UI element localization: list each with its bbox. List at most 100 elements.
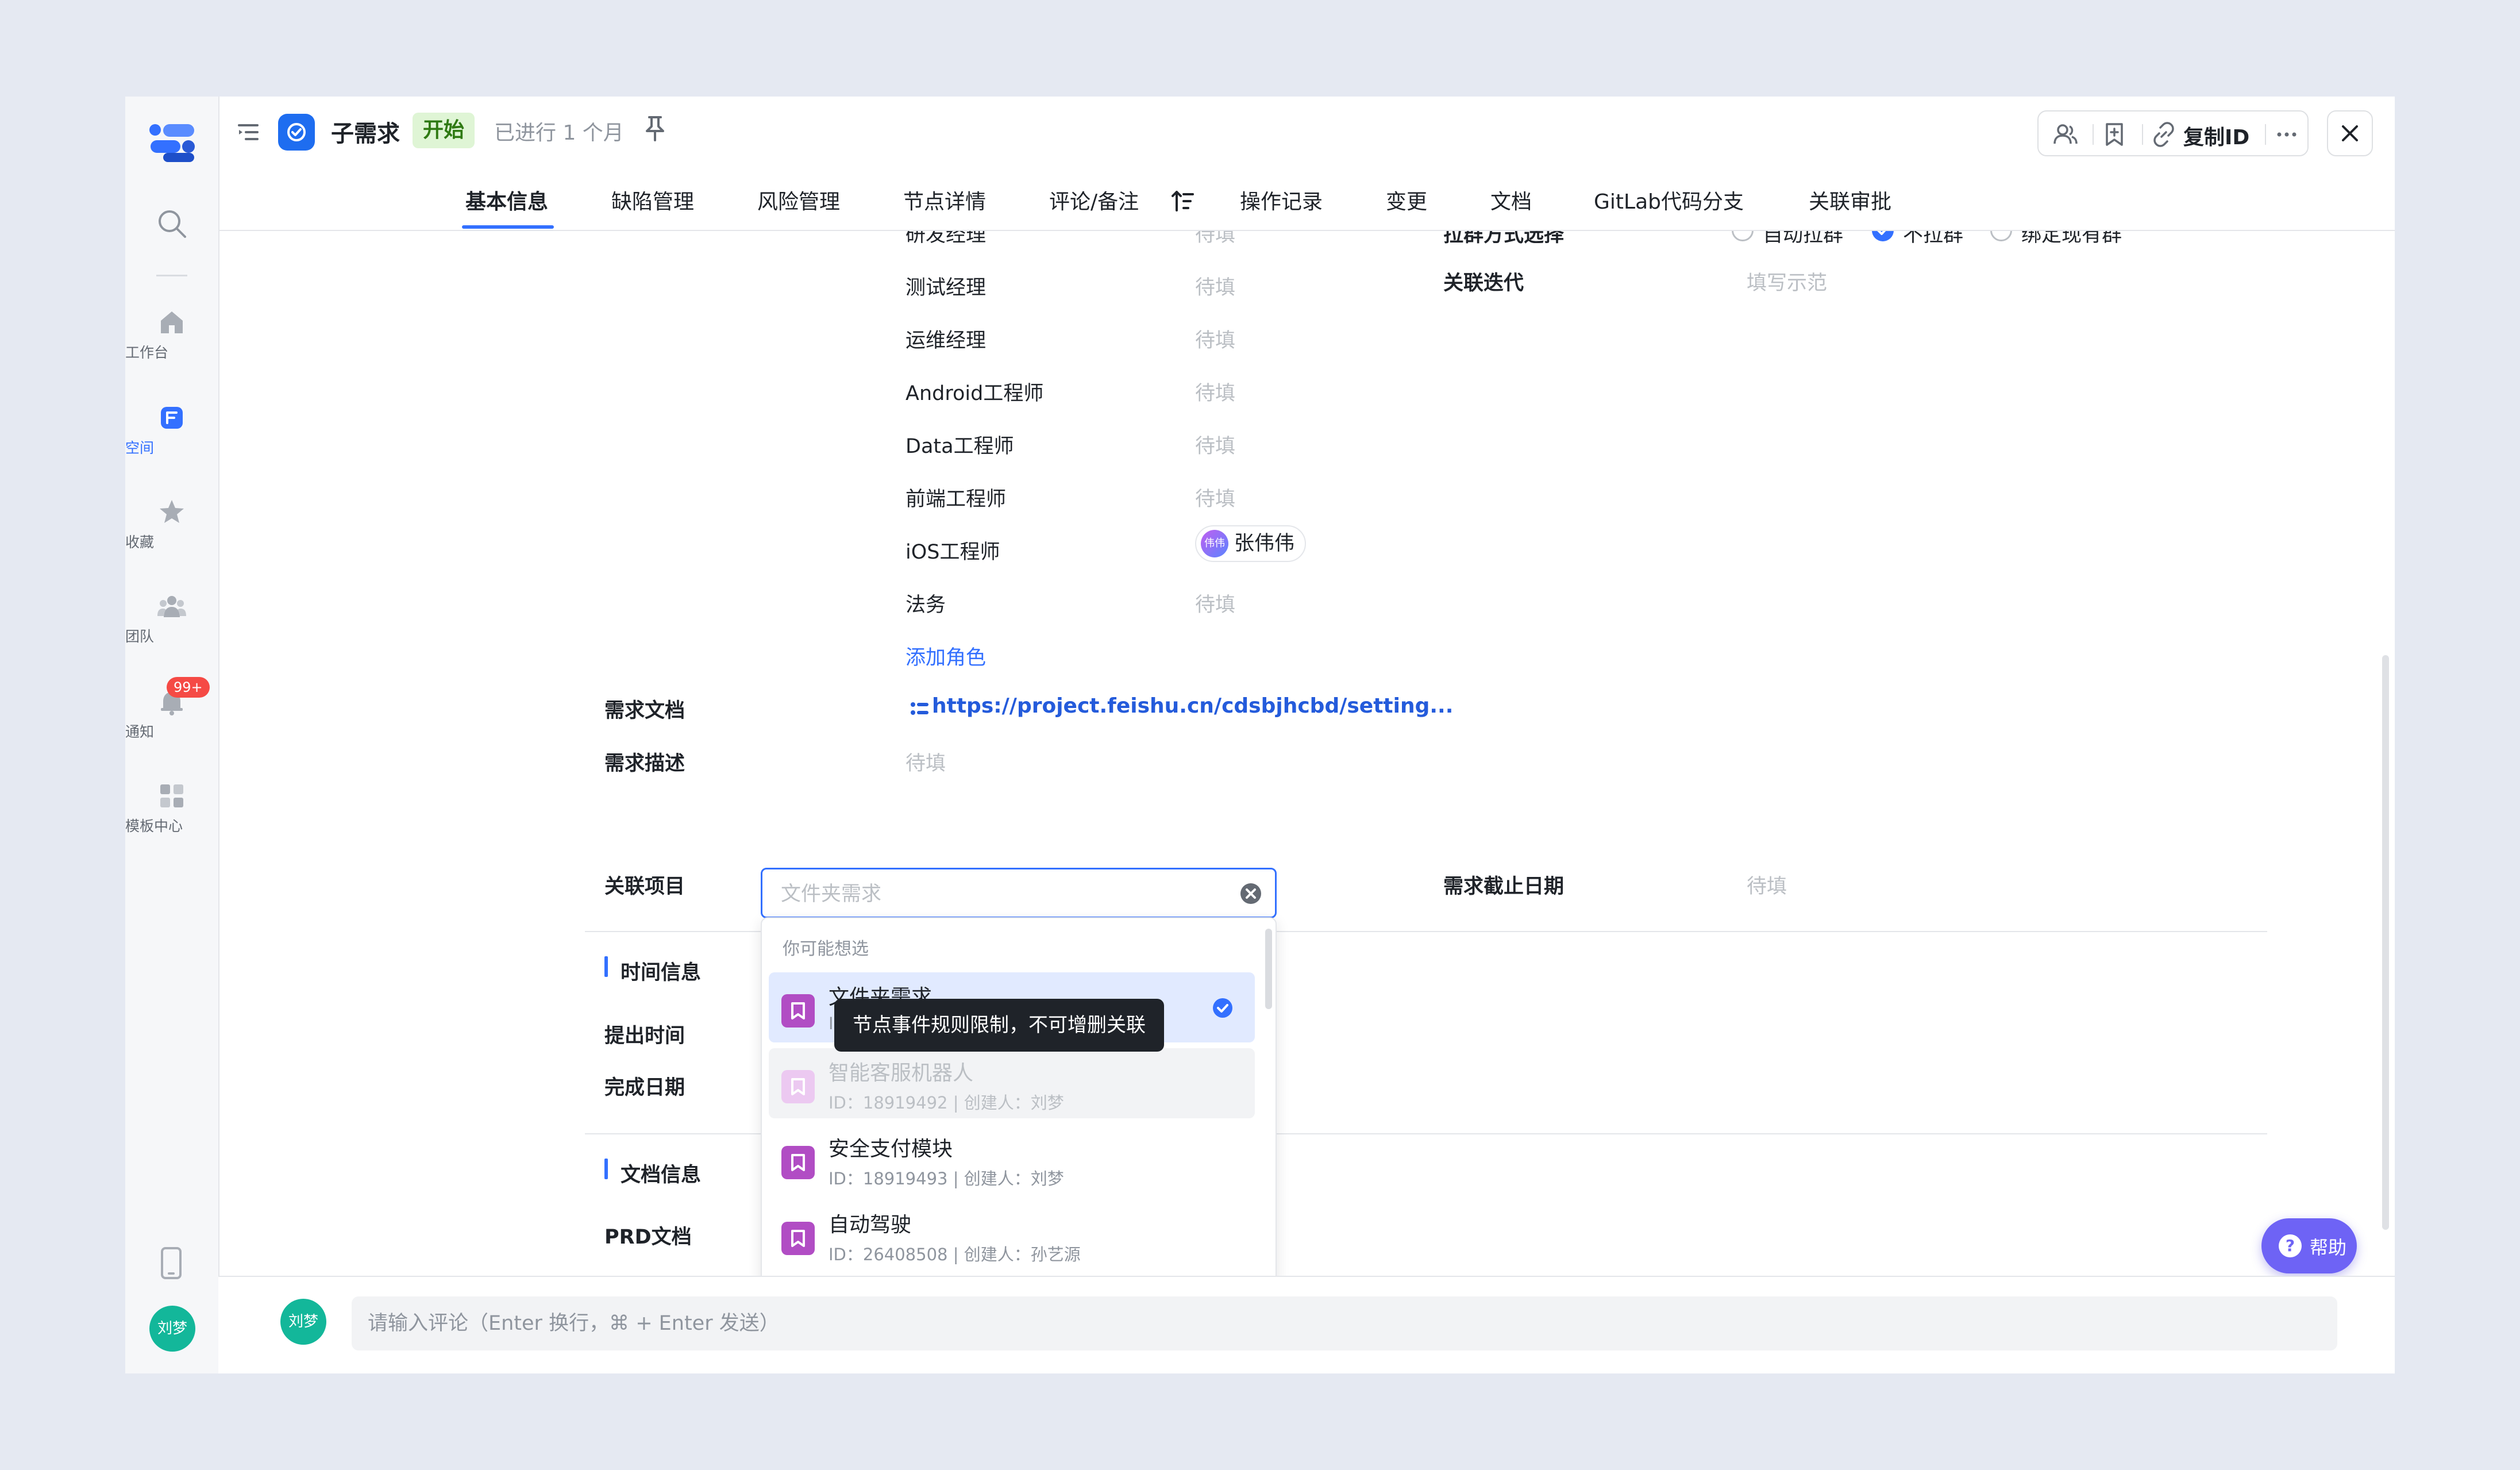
copy-id-button[interactable]: 复制ID	[2151, 111, 2266, 157]
header-toolbar: 复制ID	[2037, 110, 2309, 156]
tab-basic-info[interactable]: 基本信息	[465, 185, 548, 215]
sidebar-item-label: 工作台	[125, 344, 169, 361]
close-button[interactable]	[2327, 110, 2373, 156]
tab-gitlab-branches[interactable]: GitLab代码分支	[1594, 185, 1744, 215]
role-label: Data工程师	[905, 435, 1014, 458]
field-label-prd: PRD文档	[604, 1226, 692, 1249]
help-label: 帮助	[2310, 1237, 2347, 1259]
iteration-value[interactable]: 填写示范	[1747, 267, 1827, 296]
sidebar-item-label: 收藏	[125, 534, 155, 551]
radio-label: 自动拉群	[1763, 231, 1844, 247]
deadline-value[interactable]: 待填	[1747, 870, 1787, 899]
role-value[interactable]: 待填	[1195, 483, 1235, 512]
pin-icon[interactable]	[644, 115, 666, 143]
tab-changes[interactable]: 变更	[1386, 185, 1427, 215]
sidebar-item-templates[interactable]: 模板中心	[125, 782, 218, 834]
dropdown-option[interactable]: 自动驾驶 ID：26408508 | 创建人：孙艺源	[769, 1200, 1255, 1270]
section-marker	[604, 1159, 608, 1179]
close-icon	[2342, 125, 2358, 141]
space-icon	[161, 407, 183, 429]
dropdown-option[interactable]: 智能客服机器人 ID：18919492 | 创建人：刘梦	[769, 1048, 1255, 1118]
section-marker	[604, 956, 608, 977]
template-icon	[160, 784, 183, 807]
check-icon	[1213, 998, 1232, 1018]
sidebar-item-favorites[interactable]: 收藏	[125, 498, 218, 551]
help-button[interactable]: ? 帮助	[2261, 1218, 2357, 1273]
members-icon[interactable]	[2052, 122, 2078, 147]
dropdown-scrollbar[interactable]	[1265, 929, 1272, 1009]
role-value[interactable]: 待填	[1195, 324, 1235, 353]
bookmark-add-icon[interactable]	[2102, 122, 2127, 147]
person-chip[interactable]: 伟伟 张伟伟	[1195, 525, 1307, 562]
comment-input[interactable]	[352, 1296, 2337, 1350]
sidebar-item-label: 团队	[125, 628, 155, 645]
tab-operation-log[interactable]: 操作记录	[1240, 185, 1323, 215]
person-name: 张伟伟	[1234, 532, 1295, 555]
doc-link[interactable]: https://project.feishu.cn/cdsbjhcbd/sett…	[932, 694, 1453, 718]
sidebar-item-label: 通知	[125, 724, 155, 740]
tree-toggle-icon[interactable]	[236, 120, 261, 145]
more-icon[interactable]	[2274, 122, 2299, 147]
iteration-label: 关联迭代	[1443, 272, 1524, 295]
elapsed-time: 已进行 1 个月	[494, 121, 624, 145]
project-select[interactable]	[761, 868, 1277, 918]
desc-value[interactable]: 待填	[905, 747, 946, 776]
user-avatar[interactable]: 刘梦	[149, 1306, 195, 1352]
project-search-input[interactable]	[780, 880, 1219, 909]
app-logo[interactable]	[149, 123, 195, 163]
role-label: 前端工程师	[905, 488, 1007, 511]
role-value[interactable]: 待填	[1195, 588, 1235, 618]
role-label: iOS工程师	[905, 541, 1000, 564]
add-role-button[interactable]: 添加角色	[905, 641, 986, 671]
role-label: Android工程师	[905, 382, 1044, 405]
item-type-icon	[781, 1146, 815, 1179]
field-label-desc: 需求描述	[604, 752, 685, 775]
sidebar-item-notifications[interactable]: 99+ 通知	[125, 677, 218, 740]
page-scrollbar[interactable]	[2382, 655, 2389, 1230]
restriction-tooltip: 节点事件规则限制，不可增删关联	[834, 999, 1164, 1052]
rail-divider	[156, 275, 187, 276]
option-meta: ID：18919493 | 创建人：刘梦	[829, 1169, 1064, 1188]
group-method-label: 拉群方式选择	[1443, 231, 1565, 247]
sidebar-item-workbench[interactable]: 工作台	[125, 308, 218, 361]
radio-label: 不拉群	[1903, 231, 1964, 247]
search-icon[interactable]	[155, 207, 188, 240]
role-label: 研发经理	[905, 231, 987, 247]
link-icon	[2153, 122, 2174, 147]
tab-related-approvals[interactable]: 关联审批	[1809, 185, 1891, 215]
role-value[interactable]: 待填	[1195, 271, 1235, 301]
question-icon: ?	[2279, 1234, 2302, 1257]
role-value[interactable]: 待填	[1195, 377, 1235, 406]
item-type-icon	[781, 1070, 815, 1103]
clear-icon[interactable]	[1239, 882, 1262, 905]
radio-auto-group[interactable]	[1732, 231, 1754, 241]
option-meta: ID：26408508 | 创建人：孙艺源	[829, 1245, 1081, 1264]
tab-node-details[interactable]: 节点详情	[903, 185, 986, 215]
tab-comments[interactable]: 评论/备注	[1049, 185, 1139, 215]
field-label-finish-date: 完成日期	[604, 1076, 685, 1099]
option-name: 安全支付模块	[829, 1137, 953, 1161]
list-icon	[911, 702, 928, 715]
role-label: 测试经理	[905, 276, 987, 299]
status-badge[interactable]: 开始	[413, 113, 475, 148]
basic-info-panel: 研发经理 待填 测试经理 待填 运维经理 待填 Android工程师 待填 Da…	[218, 231, 2395, 1276]
radio-bind-group[interactable]	[1990, 231, 2012, 241]
avatar: 伟伟	[1201, 530, 1228, 557]
sort-icon[interactable]	[1171, 190, 1194, 213]
tab-defects[interactable]: 缺陷管理	[611, 185, 694, 215]
mobile-icon[interactable]	[160, 1247, 183, 1279]
item-type-icon	[781, 994, 815, 1028]
option-name: 自动驾驶	[829, 1213, 912, 1237]
avatar: 刘梦	[280, 1299, 326, 1345]
role-value[interactable]: 待填	[1195, 231, 1235, 248]
deadline-label: 需求截止日期	[1443, 875, 1565, 898]
sidebar-item-space[interactable]: 空间	[125, 403, 218, 456]
tab-risks[interactable]: 风险管理	[757, 185, 840, 215]
radio-no-group[interactable]	[1872, 231, 1894, 241]
left-rail: 工作台 空间 收藏 团队 99+ 通知 模板中心 刘梦	[125, 97, 219, 1373]
dropdown-option[interactable]: 安全支付模块 ID：18919493 | 创建人：刘梦	[769, 1124, 1255, 1194]
role-value[interactable]: 待填	[1195, 430, 1235, 459]
tab-documents[interactable]: 文档	[1490, 185, 1532, 215]
option-name: 智能客服机器人	[829, 1061, 974, 1085]
sidebar-item-team[interactable]: 团队	[125, 592, 218, 645]
